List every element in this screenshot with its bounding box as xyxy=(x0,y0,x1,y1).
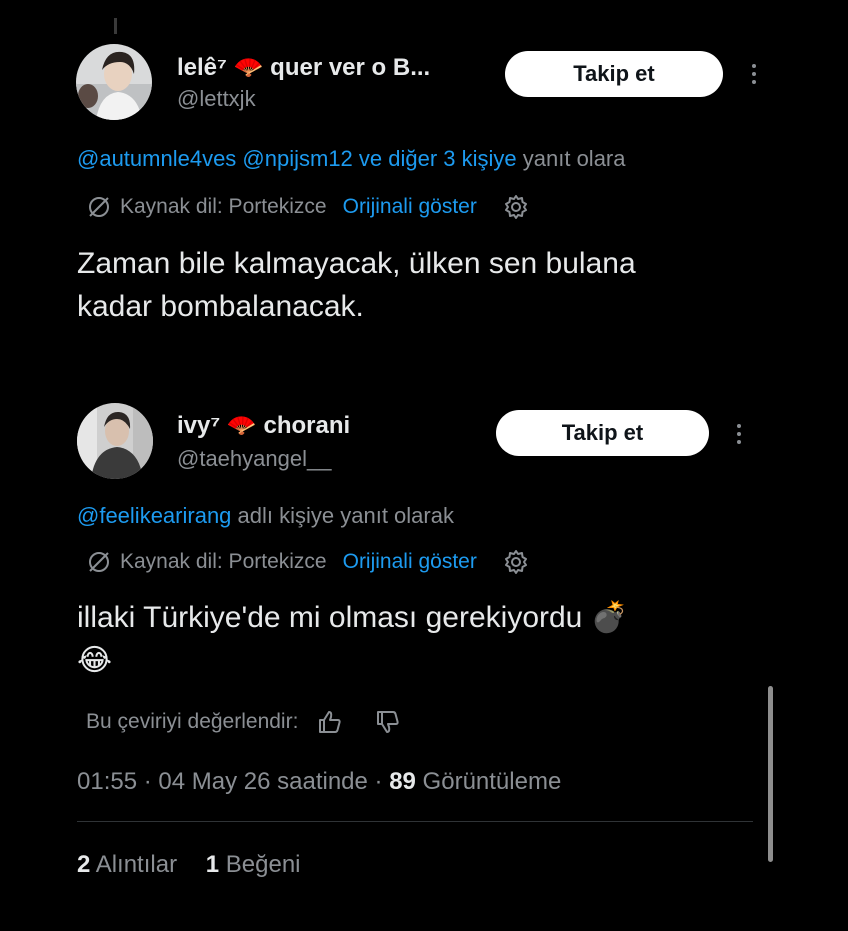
reply-context: @feelikearirang adlı kişiye yanıt olarak xyxy=(77,503,454,529)
likes-label: Beğeni xyxy=(219,851,301,878)
show-original-link[interactable]: Orijinali göster xyxy=(343,550,477,574)
translation-bar: Kaynak dil: Portekizce Orijinali göster xyxy=(86,549,529,575)
translation-bar: Kaynak dil: Portekizce Orijinali göster xyxy=(86,194,529,220)
display-name[interactable]: lelê⁷ 🪭 quer ver o B... xyxy=(177,53,430,82)
rate-translation-label: Bu çeviriyi değerlendir: xyxy=(86,710,299,733)
source-language-label: Kaynak dil: Portekizce xyxy=(120,550,327,573)
display-name[interactable]: ivy⁷ 🪭 chorani xyxy=(177,411,350,440)
reply-suffix: adlı kişiye yanıt olarak xyxy=(231,503,454,528)
reply-suffix: yanıt olara xyxy=(516,146,626,171)
tweet-text-line: kadar bombalanacak. xyxy=(77,290,364,323)
thumbs-down-icon[interactable] xyxy=(374,708,402,736)
avatar[interactable] xyxy=(77,403,153,479)
engagement-stats: 2 Alıntılar 1 Beğeni xyxy=(77,851,301,879)
tweet-text-line: illaki Türkiye'de mi olması gerekiyordu … xyxy=(77,601,629,634)
translate-slash-icon xyxy=(86,549,112,575)
reply-context: @autumnle4ves @npijsm12 ve diğer 3 kişiy… xyxy=(77,146,626,172)
translate-slash-icon xyxy=(86,194,112,220)
thumbs-up-icon[interactable] xyxy=(316,708,344,736)
likes-stat[interactable]: 1 Beğeni xyxy=(206,851,301,878)
tweet-metadata: 01:55 · 04 May 26 saatinde · 89 Görüntül… xyxy=(77,768,561,796)
divider xyxy=(77,821,753,822)
quotes-count: 2 xyxy=(77,851,91,878)
more-options-icon[interactable] xyxy=(732,420,746,448)
handle[interactable]: @taehyangel__ xyxy=(177,446,331,472)
handle[interactable]: @lettxjk xyxy=(177,86,256,112)
quotes-label: Alıntılar xyxy=(90,851,178,878)
avatar[interactable] xyxy=(76,44,152,120)
reply-mentions-link[interactable]: @autumnle4ves @npijsm12 ve diğer 3 kişiy… xyxy=(77,146,517,171)
follow-button[interactable]: Takip et xyxy=(505,51,723,97)
tweet-text: Zaman bile kalmayacak, ülken sen bulana … xyxy=(77,242,636,328)
timestamp[interactable]: 01:55 · 04 May 26 saatinde · xyxy=(77,768,389,795)
top-divider-mark xyxy=(114,18,117,34)
gear-icon[interactable] xyxy=(503,194,529,220)
views-count: 89 xyxy=(389,768,416,795)
tweet-text-line: 😂 xyxy=(77,644,113,677)
tweet-text: illaki Türkiye'de mi olması gerekiyordu … xyxy=(77,596,628,682)
likes-count: 1 xyxy=(205,851,220,878)
views-label: Görüntüleme xyxy=(415,768,562,795)
rate-translation-bar: Bu çeviriyi değerlendir: xyxy=(86,708,402,736)
more-options-icon[interactable] xyxy=(747,60,761,88)
follow-button[interactable]: Takip et xyxy=(496,410,709,456)
source-language-label: Kaynak dil: Portekizce xyxy=(120,195,327,218)
quotes-stat[interactable]: 2 Alıntılar xyxy=(77,851,177,878)
scrollbar-thumb[interactable] xyxy=(768,686,773,862)
tweet-text-line: Zaman bile kalmayacak, ülken sen bulana xyxy=(77,247,636,280)
show-original-link[interactable]: Orijinali göster xyxy=(343,195,477,219)
reply-mentions-link[interactable]: @feelikearirang xyxy=(77,503,231,528)
gear-icon[interactable] xyxy=(503,549,529,575)
